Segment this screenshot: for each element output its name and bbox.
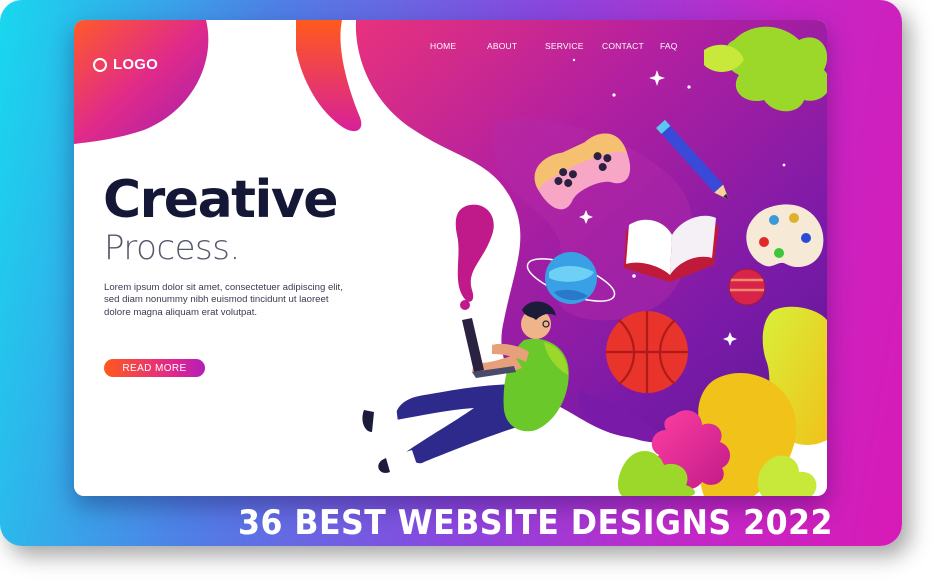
nav-home[interactable]: HOME xyxy=(430,41,456,51)
swirl-shape xyxy=(455,204,494,302)
logo-icon xyxy=(93,57,107,72)
corner-blob xyxy=(74,20,209,144)
ball-icon xyxy=(728,268,766,306)
palette-icon xyxy=(746,204,824,268)
person-figure xyxy=(362,301,569,473)
thumbnail-frame: LOGO HOME ABOUT SERVICE CONTACT FAQ Crea… xyxy=(0,0,902,546)
basketball-icon xyxy=(606,311,688,393)
read-more-button[interactable]: READ MORE xyxy=(104,359,205,377)
hero-subtitle: Process. xyxy=(104,228,240,268)
nav-faq[interactable]: FAQ xyxy=(660,41,678,51)
nav-about[interactable]: ABOUT xyxy=(487,41,517,51)
dot xyxy=(460,300,470,310)
website-mockup: LOGO HOME ABOUT SERVICE CONTACT FAQ Crea… xyxy=(74,20,827,496)
banner-title: 36 BEST WEBSITE DESIGNS 2022 xyxy=(238,506,833,543)
logo[interactable]: LOGO xyxy=(93,56,158,73)
hero-body-text: Lorem ipsum dolor sit amet, consectetuer… xyxy=(104,282,343,318)
logo-text: LOGO xyxy=(113,56,158,73)
hero-title: Creative xyxy=(103,170,339,230)
nav-contact[interactable]: CONTACT xyxy=(602,41,644,51)
drop-shape xyxy=(296,20,362,132)
nav-service[interactable]: SERVICE xyxy=(545,41,584,51)
